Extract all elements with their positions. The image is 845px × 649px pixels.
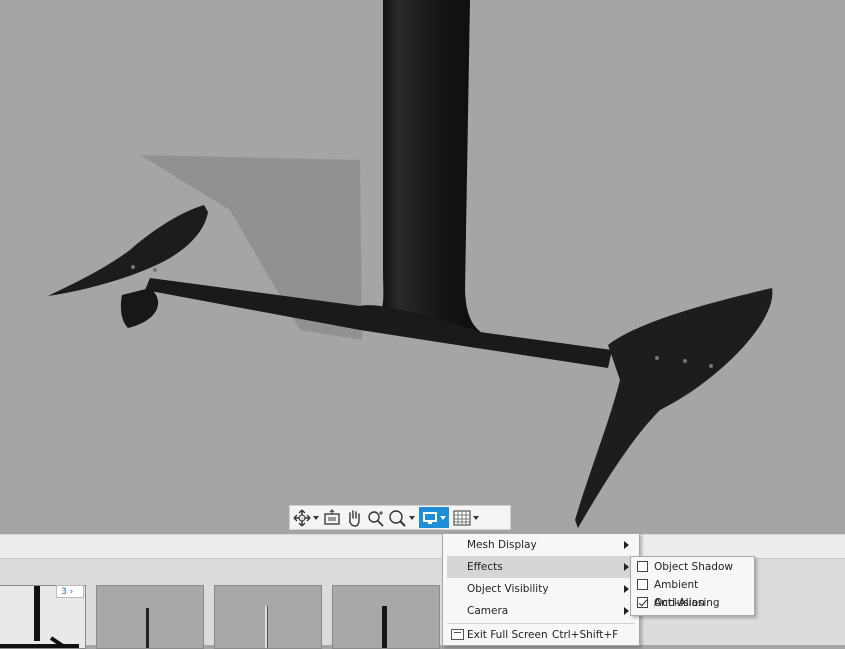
zoom-window-icon [389,509,406,527]
orbit-button[interactable] [293,507,319,528]
thumbnail-2[interactable] [96,585,204,649]
chevron-down-icon [313,515,319,520]
chevron-right-icon [624,585,629,593]
display-monitor-icon [423,511,437,524]
submenu-item-ambient-occlusion[interactable]: Ambient Occlusion [635,576,751,609]
thumbnail-model [382,606,387,648]
menu-item-effects[interactable]: Effects [447,556,635,578]
thumbnail-count-badge[interactable]: 3 › [56,585,84,598]
chevron-down-icon [440,515,446,520]
fit-view-icon [324,508,340,525]
fuselage [145,278,612,368]
menu-item-label: Effects [467,561,503,573]
submenu-item-object-shadow[interactable]: Object Shadow [635,558,751,576]
3d-viewport[interactable] [0,0,845,534]
rear-stabilizer [575,288,773,528]
chevron-down-icon [473,515,479,520]
menu-item-label: Exit Full Screen [467,629,548,641]
effects-submenu: Object Shadow Ambient Occlusion Anti-Ali… [630,556,755,616]
menu-item-mesh-display[interactable]: Mesh Display [447,534,635,556]
zoom-icon [368,510,384,527]
exit-full-screen-icon [451,629,464,640]
chevron-down-icon [409,515,415,520]
grid-icon [453,510,471,525]
menu-item-exit-full-screen[interactable]: Exit Full Screen Ctrl+Shift+F [447,624,635,646]
thumbnail-model [146,608,149,648]
pan-button[interactable] [345,507,363,528]
chevron-right-icon [624,607,629,615]
fit-view-button[interactable] [323,507,341,528]
submenu-item-label: Object Shadow [654,561,733,573]
display-settings-button[interactable] [419,507,449,528]
mast [380,0,500,340]
thumbnail-4[interactable] [332,585,440,649]
display-menu: Mesh Display Effects Object Visibility C… [442,533,640,646]
orbit-icon [293,509,311,526]
chevron-right-icon [624,541,629,549]
chevron-right-icon [624,563,629,571]
hydrofoil-model [48,0,773,528]
pan-hand-icon [349,509,360,527]
zoom-window-button[interactable] [389,507,415,528]
menu-item-label: Camera [467,605,509,617]
front-fin [120,288,159,328]
badge-text: 3 › [61,587,74,597]
thumbnail-3[interactable] [214,585,322,649]
object-shadow-checkbox[interactable] [637,561,648,572]
ambient-occlusion-checkbox[interactable] [637,579,648,590]
menu-item-camera[interactable]: Camera [447,600,635,622]
menu-item-label: Object Visibility [467,583,549,595]
grid-button[interactable] [453,507,479,528]
submenu-item-anti-aliasing[interactable]: Anti-Aliasing [635,594,751,612]
anti-aliasing-checkbox[interactable] [637,597,648,608]
submenu-item-label: Anti-Aliasing [654,597,720,609]
zoom-button[interactable] [367,507,385,528]
menu-item-object-visibility[interactable]: Object Visibility [447,578,635,600]
menu-item-shortcut: Ctrl+Shift+F [552,629,619,641]
viewer-toolbar [289,505,511,530]
thumbnail-model [265,606,268,648]
front-wing [48,205,208,296]
menu-item-label: Mesh Display [467,539,537,551]
